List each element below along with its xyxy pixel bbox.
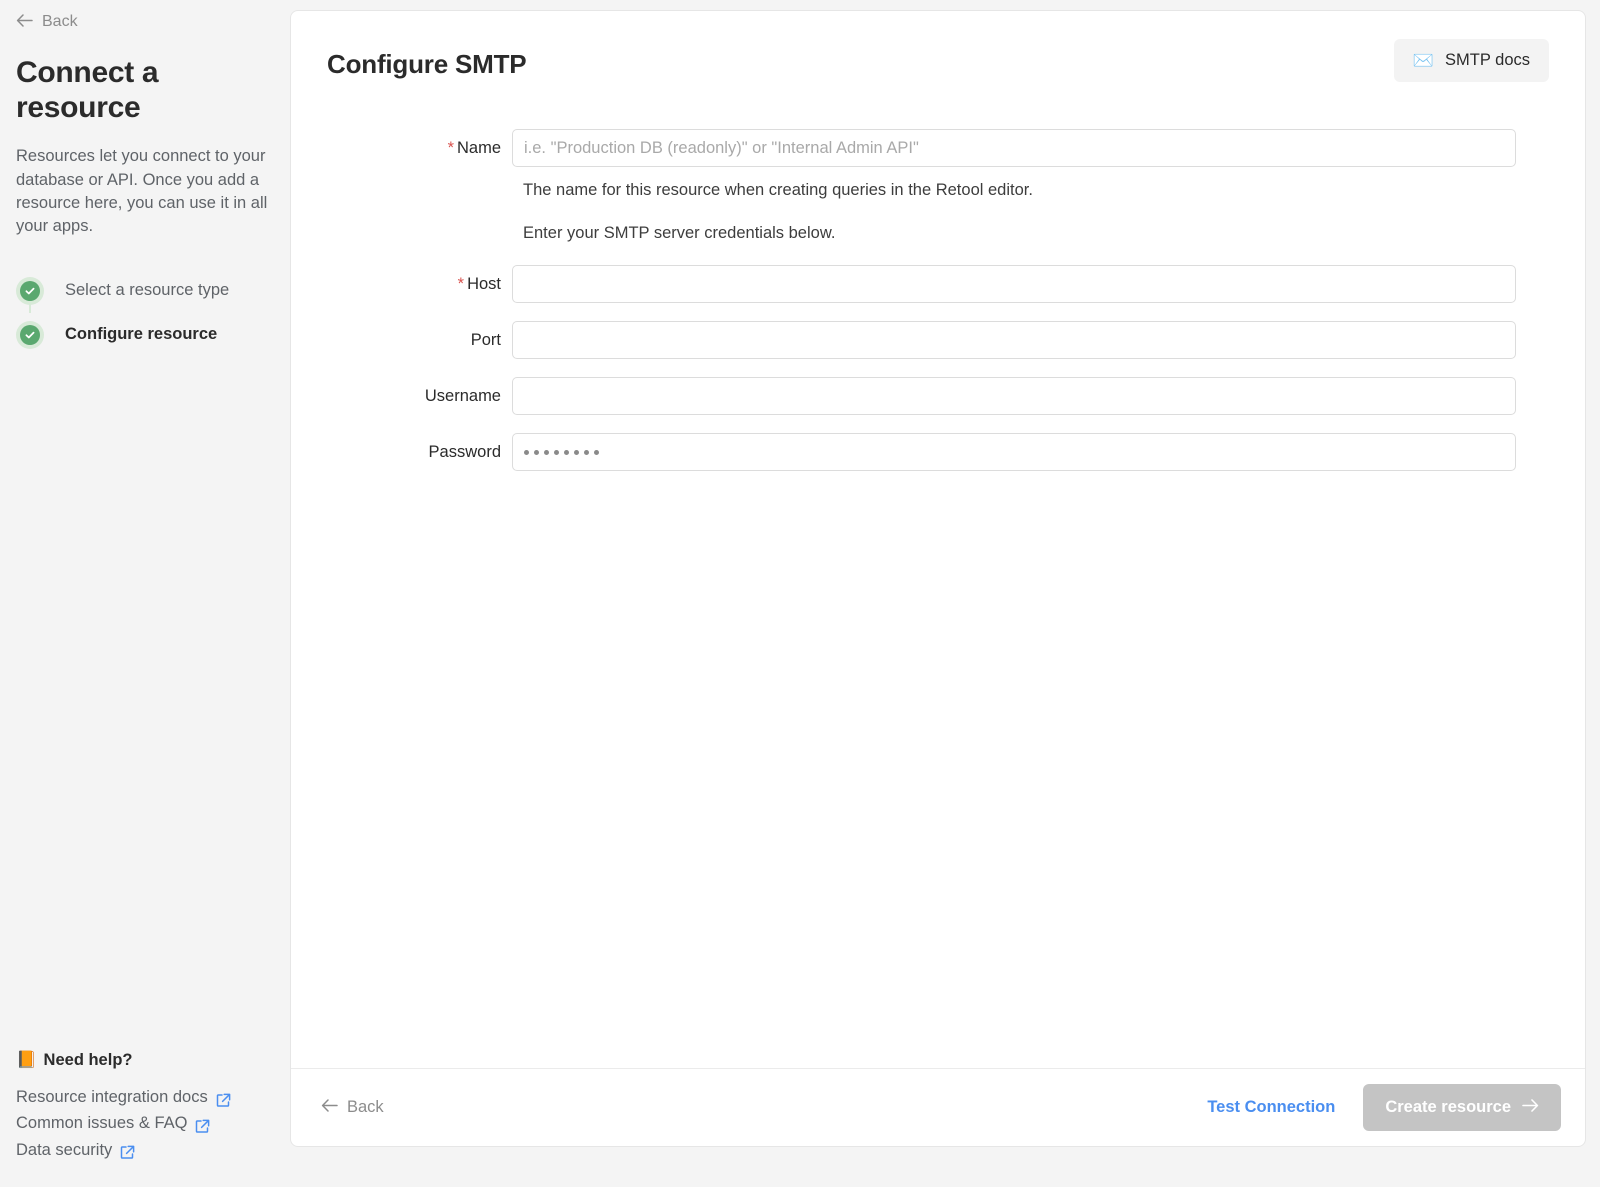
name-label: * Name <box>327 139 512 158</box>
password-input[interactable] <box>512 433 1516 471</box>
help-link-data-security[interactable]: Data security <box>16 1137 135 1163</box>
name-input[interactable] <box>512 129 1516 167</box>
port-label: Port <box>470 330 501 349</box>
password-dot <box>534 449 539 455</box>
name-helper-text: The name for this resource when creating… <box>523 181 1033 199</box>
form-row-username: Username <box>327 377 1549 415</box>
sidebar-step-label: Configure resource <box>65 325 218 344</box>
panel-header: Configure SMTP ✉️ SMTP docs <box>291 11 1585 82</box>
required-marker: * <box>457 274 465 293</box>
form-row-host: * Host <box>327 265 1549 303</box>
need-help-heading: 📙 Need help? <box>16 1051 274 1070</box>
name-label-text: Name <box>456 138 501 157</box>
footer-back-label: Back <box>347 1098 384 1116</box>
sidebar-step-configure-resource[interactable]: Configure resource <box>16 313 274 357</box>
smtp-docs-label: SMTP docs <box>1445 51 1530 69</box>
sidebar-step-label: Select a resource type <box>65 281 230 300</box>
configure-panel: Configure SMTP ✉️ SMTP docs *Name The na… <box>290 10 1586 1147</box>
sidebar-back-link[interactable]: Back <box>16 0 78 31</box>
host-input[interactable] <box>512 265 1516 303</box>
need-help-label: Need help? <box>43 1050 133 1069</box>
helper-spacer <box>327 224 512 243</box>
form-row-port: Port <box>327 321 1549 359</box>
password-masked-value <box>524 449 599 455</box>
password-dot <box>544 449 549 455</box>
port-input[interactable] <box>512 321 1516 359</box>
check-circle-icon <box>16 276 44 305</box>
main-panel-wrapper: Configure SMTP ✉️ SMTP docs *Name The na… <box>290 0 1600 1187</box>
host-label: * Host <box>327 275 512 294</box>
footer-actions: Test Connection Create resource <box>1207 1084 1561 1131</box>
arrow-left-icon <box>16 13 33 31</box>
create-resource-button[interactable]: Create resource <box>1363 1084 1561 1131</box>
orange-book-icon: 📙 <box>16 1050 37 1069</box>
test-connection-button[interactable]: Test Connection <box>1207 1098 1335 1117</box>
panel-body: *Name The name for this resource when cr… <box>291 82 1585 1068</box>
help-link-label: Resource integration docs <box>16 1087 208 1106</box>
form-row-password: Password <box>327 433 1549 471</box>
password-dot <box>564 449 569 455</box>
footer-back-button[interactable]: Back <box>321 1098 384 1117</box>
connect-resource-page: Back Connect a resource Resources let yo… <box>0 0 1600 1187</box>
page-description: Resources let you connect to your databa… <box>16 147 268 236</box>
external-link-icon <box>120 1142 135 1160</box>
check-circle-icon <box>16 320 44 349</box>
form-row-name: * Name <box>327 129 1549 167</box>
required-marker: * <box>447 138 454 157</box>
help-link-label: Common issues & FAQ <box>16 1114 188 1133</box>
password-label: Password <box>428 442 501 461</box>
password-dot <box>574 449 579 455</box>
password-dot <box>594 449 599 455</box>
envelope-icon: ✉️ <box>1412 51 1435 70</box>
name-helper-row: The name for this resource when creating… <box>327 181 1549 200</box>
sidebar-step-select-resource-type[interactable]: Select a resource type <box>16 269 274 313</box>
page-title: Connect a resource <box>16 56 159 124</box>
sidebar-back-label: Back <box>42 13 78 30</box>
help-link-common-issues-faq[interactable]: Common issues & FAQ <box>16 1110 210 1136</box>
arrow-right-icon <box>1522 1098 1539 1117</box>
create-resource-label: Create resource <box>1385 1098 1511 1116</box>
password-dot <box>554 449 559 455</box>
need-help-section: 📙 Need help? Resource integration docs C… <box>16 1051 274 1163</box>
panel-footer: Back Test Connection Create resource <box>291 1068 1585 1146</box>
credentials-note: Enter your SMTP server credentials below… <box>523 224 836 242</box>
panel-title: Configure SMTP <box>327 49 527 79</box>
help-link-label: Data security <box>16 1140 113 1159</box>
arrow-left-icon <box>321 1098 338 1117</box>
step-list: Select a resource type Configure resourc… <box>16 269 274 357</box>
password-dot <box>584 449 589 455</box>
external-link-icon <box>195 1116 210 1133</box>
external-link-icon <box>216 1090 231 1107</box>
sidebar: Back Connect a resource Resources let yo… <box>0 0 290 1187</box>
help-link-resource-integration-docs[interactable]: Resource integration docs <box>16 1084 231 1110</box>
host-label-text: Host <box>467 274 501 293</box>
username-input[interactable] <box>512 377 1516 415</box>
helper-spacer <box>327 181 512 200</box>
smtp-docs-button[interactable]: ✉️ SMTP docs <box>1393 39 1549 82</box>
password-dot <box>524 449 529 455</box>
username-label: Username <box>424 386 501 405</box>
credentials-note-row: Enter your SMTP server credentials below… <box>327 224 1549 243</box>
